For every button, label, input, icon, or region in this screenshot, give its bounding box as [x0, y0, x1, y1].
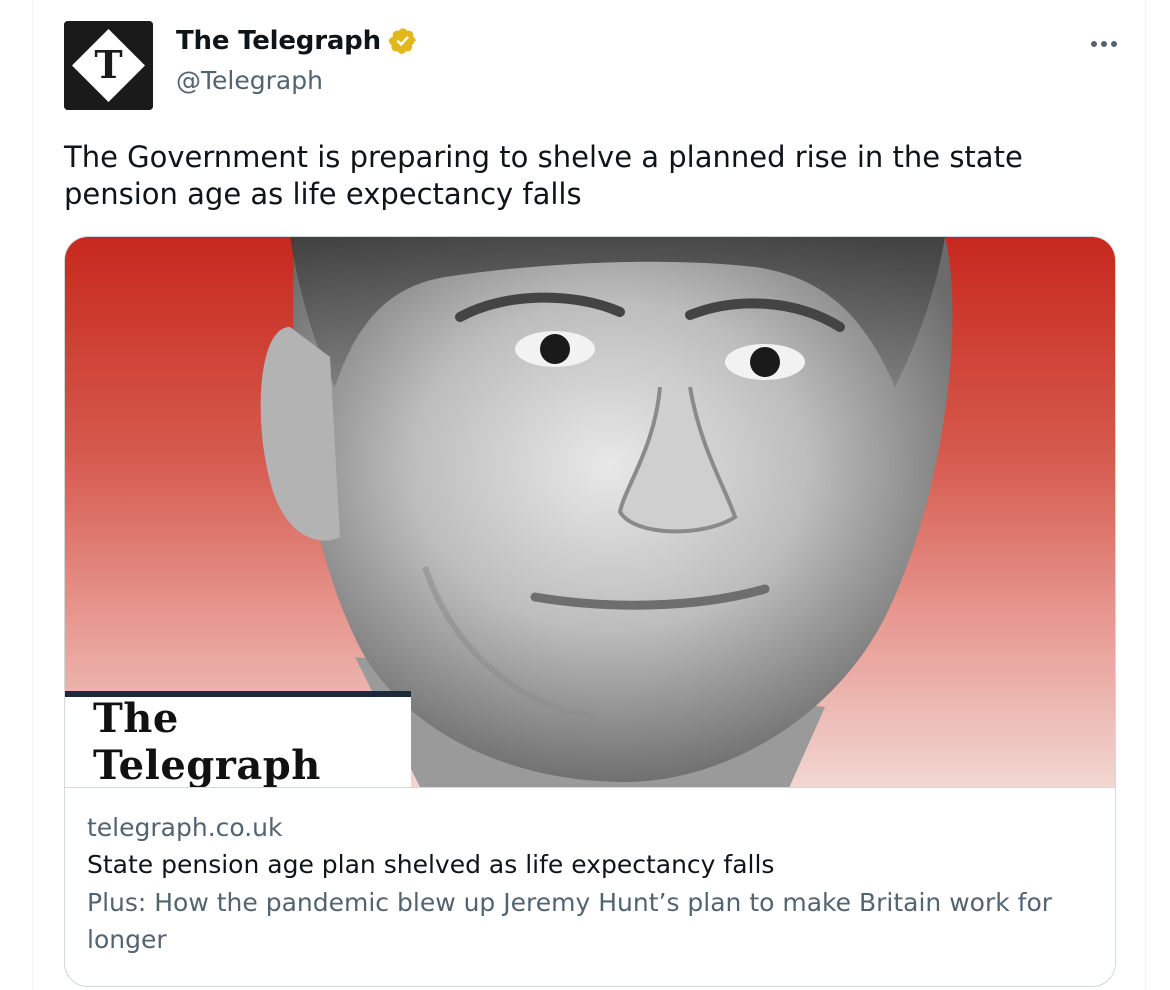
card-domain[interactable]: telegraph.co.uk [87, 812, 1095, 844]
tweet[interactable]: T The Telegraph @Telegraph The Governmen… [33, 0, 1147, 990]
timeline-column: T The Telegraph @Telegraph The Governmen… [32, 0, 1146, 990]
card-image[interactable]: The Telegraph [65, 237, 1115, 787]
more-options-button[interactable] [1091, 30, 1117, 58]
display-name[interactable]: The Telegraph [176, 26, 381, 56]
more-horizontal-icon [1091, 41, 1097, 47]
tweet-text: The Government is preparing to shelve a … [64, 140, 1023, 211]
telegraph-wordmark: The Telegraph [93, 695, 321, 787]
card-meta[interactable]: telegraph.co.uk State pension age plan s… [65, 787, 1115, 986]
card-title[interactable]: State pension age plan shelved as life e… [87, 846, 1095, 884]
svg-text:T: T [94, 42, 122, 87]
more-dot [1101, 41, 1107, 47]
telegraph-logo-icon: T [64, 21, 153, 110]
verified-badge-icon[interactable] [388, 26, 418, 56]
card-description[interactable]: Plus: How the pandemic blew up Jeremy Hu… [87, 884, 1095, 958]
author-handle[interactable]: @Telegraph [176, 66, 323, 95]
link-card[interactable]: The Telegraph telegraph.co.uk State pens… [64, 236, 1116, 987]
author-name-row[interactable]: The Telegraph [176, 26, 418, 56]
avatar[interactable]: T [64, 21, 153, 110]
card-image-logo: The Telegraph [65, 691, 411, 787]
more-dot [1111, 41, 1117, 47]
